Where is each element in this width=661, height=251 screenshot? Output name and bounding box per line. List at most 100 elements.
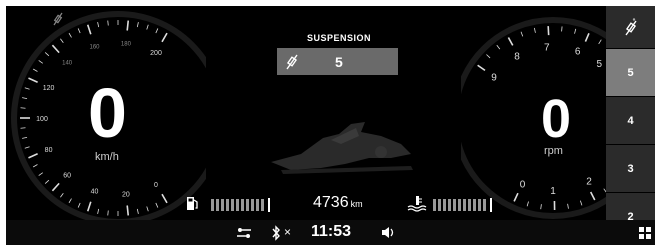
level-segment — [256, 199, 259, 211]
coolant-temp-icon — [407, 196, 427, 212]
rpm-tick-label: 6 — [575, 46, 581, 57]
temperature-level-bar — [433, 198, 492, 212]
level-segment — [458, 199, 461, 211]
odometer-unit: km — [350, 199, 363, 209]
rpm-tick — [513, 192, 519, 202]
suspension-level-strip: 5432 — [606, 6, 655, 223]
speed-tick — [44, 179, 50, 184]
rpm-tick — [534, 27, 536, 33]
speed-tick-label: 200 — [150, 50, 162, 57]
rpm-tick — [507, 37, 514, 46]
speed-tick — [60, 193, 64, 198]
level-segment — [478, 199, 481, 211]
tachometer-gauge: 0 1 2 5 6 7 8 9 — [461, 17, 606, 219]
rpm-tick-label: 7 — [544, 42, 550, 53]
rpm-tick — [574, 28, 577, 34]
bluetooth-state: × — [284, 225, 292, 239]
shock-absorber-icon — [53, 12, 63, 26]
level-segment — [251, 199, 254, 211]
suspension-strip-header — [606, 6, 655, 48]
speed-tick-label: 120 — [43, 85, 55, 92]
speed-tick — [126, 205, 130, 216]
fuel-pump-icon — [187, 197, 198, 210]
level-segment — [211, 199, 214, 211]
level-segment — [443, 199, 446, 211]
speed-tick — [155, 28, 159, 34]
speed-unit: km/h — [95, 151, 119, 163]
speed-tick-label: 180 — [121, 41, 132, 47]
speed-tick — [146, 206, 149, 212]
speed-tick — [32, 68, 38, 72]
shock-absorber-icon — [624, 18, 637, 36]
suspension-level-panel[interactable]: 5 — [277, 48, 398, 75]
speed-tick — [86, 201, 92, 212]
speed-tick-label: 80 — [45, 147, 53, 154]
speed-tick — [155, 202, 159, 208]
level-segment — [221, 199, 224, 211]
speed-tick-label: 160 — [90, 45, 101, 51]
speed-tick — [107, 210, 109, 216]
suspension-level-3[interactable]: 3 — [606, 144, 655, 192]
rpm-tick-label: 9 — [491, 73, 497, 84]
speed-tick — [68, 32, 72, 38]
volume-icon[interactable] — [381, 226, 395, 239]
speed-tick — [136, 208, 139, 214]
odometer: 4736 km — [313, 194, 363, 212]
speed-tick-label: 20 — [122, 192, 130, 199]
speed-tick — [20, 127, 26, 129]
clock: 11:53 — [311, 223, 352, 240]
speed-tick — [146, 24, 149, 30]
speed-tick — [22, 97, 28, 100]
speed-tick — [51, 44, 60, 54]
rpm-tick — [584, 33, 590, 42]
level-end-marker — [490, 198, 492, 212]
suspension-level-5[interactable]: 5 — [606, 48, 655, 96]
rpm-tick — [477, 64, 486, 72]
suspension-level-4[interactable]: 4 — [606, 96, 655, 144]
speed-tick — [161, 193, 168, 204]
rpm-tick — [589, 191, 596, 201]
level-segment — [261, 199, 264, 211]
snowmobile-image — [271, 122, 413, 174]
speed-tick-label: 40 — [91, 188, 99, 195]
speed-tick — [28, 153, 38, 159]
level-segment — [483, 199, 486, 211]
speed-tick-label: 60 — [63, 172, 71, 179]
speed-tick — [86, 24, 92, 35]
level-segment — [473, 199, 476, 211]
level-segment — [438, 199, 441, 211]
level-segment — [433, 199, 436, 211]
rpm-tick-label: 0 — [520, 179, 526, 190]
level-segment — [448, 199, 451, 211]
speed-tick-label: 100 — [36, 116, 48, 123]
rpm-unit: rpm — [544, 145, 563, 157]
shock-absorber-icon — [286, 54, 298, 70]
speed-tick — [107, 20, 109, 26]
settings-icon[interactable] — [236, 227, 252, 239]
speed-tick — [68, 198, 72, 204]
speed-value: 0 — [88, 74, 127, 152]
rpm-tick-label: 5 — [596, 59, 602, 70]
speed-tick — [28, 77, 38, 83]
rpm-tick-label: 2 — [586, 176, 592, 187]
speed-tick — [51, 182, 60, 192]
speed-tick — [97, 22, 100, 28]
level-segment — [236, 199, 239, 211]
rpm-tick — [496, 44, 501, 50]
speed-tick — [97, 208, 100, 214]
speed-tick — [22, 136, 28, 139]
bluetooth-icon[interactable] — [271, 225, 281, 241]
odometer-value: 4736 — [313, 194, 349, 211]
suspension-value: 5 — [335, 53, 343, 70]
fuel-level-bar — [211, 198, 270, 212]
level-segment — [453, 199, 456, 211]
speed-tick-label: 0 — [154, 182, 158, 189]
grid-menu-icon[interactable] — [639, 227, 651, 239]
dashboard-screen: 0 20 40 60 80 100 120 140 160 180 200 0 km/h SUSPE… — [6, 6, 655, 245]
speed-tick — [32, 164, 38, 168]
rpm-tick — [579, 200, 583, 206]
level-segment — [231, 199, 234, 211]
speed-tick — [77, 202, 81, 208]
speed-tick — [77, 28, 81, 34]
speed-tick — [161, 32, 168, 43]
